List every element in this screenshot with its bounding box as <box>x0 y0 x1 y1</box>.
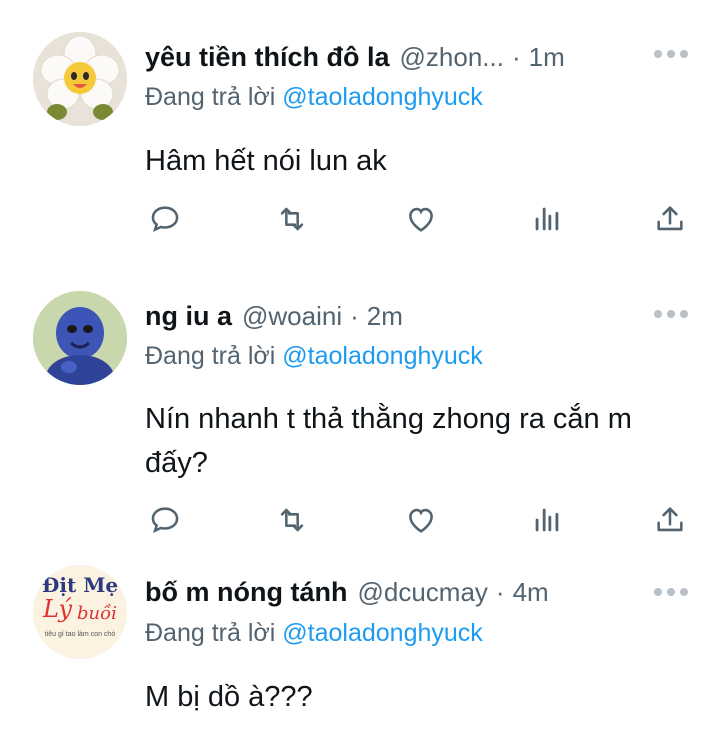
tweet-actions <box>145 500 690 540</box>
display-name[interactable]: ng iu a <box>145 301 232 332</box>
timestamp[interactable]: 2m <box>367 301 403 332</box>
reply-prefix: Đang trả lời <box>145 83 283 111</box>
display-name[interactable]: bố m nóng tánh <box>145 577 347 608</box>
tweet-text: M bị dồ à??? <box>145 681 313 713</box>
timestamp[interactable]: 1m <box>529 42 565 73</box>
reply-prefix: Đang trả lời <box>145 619 283 647</box>
avatar[interactable] <box>33 291 127 385</box>
tweet-text: Hâm hết nói lun ak <box>145 145 387 177</box>
tweet-header: bố m nóng tánh @dcucmay · 4m <box>145 572 690 612</box>
reply-icon[interactable] <box>145 199 185 239</box>
reply-icon[interactable] <box>145 500 185 540</box>
replying-to: Đang trả lời @taoladonghyuck <box>145 619 483 655</box>
share-icon[interactable] <box>650 199 690 239</box>
separator-dot: · <box>495 576 505 607</box>
flower-plush-avatar-icon <box>33 32 127 126</box>
views-icon[interactable] <box>527 199 567 239</box>
avatar-sticker-line3: buồi <box>77 603 117 624</box>
tweet-text: Nín nhanh t thả thằng zhong ra cắn m đấy… <box>145 403 632 479</box>
tweet-3[interactable]: Địt Mẹ Lý buồi tiêu gì tao làm con chó b… <box>0 560 720 740</box>
avatar-sticker-small: tiêu gì tao làm con chó <box>44 631 116 638</box>
reply-mention[interactable]: @taoladonghyuck <box>282 342 483 370</box>
more-options-icon[interactable] <box>654 588 688 596</box>
more-options-icon[interactable] <box>654 50 688 58</box>
views-icon[interactable] <box>527 500 567 540</box>
reply-mention[interactable]: @taoladonghyuck <box>282 619 483 647</box>
user-handle[interactable]: @zhon... <box>400 42 504 73</box>
tweet-1[interactable]: yêu tiền thích đô la @zhon... · 1m Đang … <box>0 0 720 260</box>
replying-to: Đang trả lời @taoladonghyuck <box>145 342 483 378</box>
display-name[interactable]: yêu tiền thích đô la <box>145 42 390 73</box>
like-icon[interactable] <box>401 500 441 540</box>
avatar-sticker-line1: Địt Mẹ <box>41 573 119 597</box>
separator-dot: · <box>350 300 359 331</box>
tweet-header: yêu tiền thích đô la @zhon... · 1m <box>145 37 690 77</box>
avatar-sticker-line2: Lý <box>43 595 73 623</box>
like-icon[interactable] <box>401 199 441 239</box>
timestamp[interactable]: 4m <box>513 577 549 608</box>
replying-to: Đang trả lời @taoladonghyuck <box>145 83 483 119</box>
share-icon[interactable] <box>650 500 690 540</box>
retweet-icon[interactable] <box>272 199 312 239</box>
retweet-icon[interactable] <box>272 500 312 540</box>
blue-figure-avatar-icon <box>33 291 127 385</box>
tweet-header: ng iu a @woaini · 2m <box>145 296 690 336</box>
tweet-actions <box>145 199 690 239</box>
reply-mention[interactable]: @taoladonghyuck <box>282 83 483 111</box>
user-handle[interactable]: @dcucmay <box>357 577 487 608</box>
user-handle[interactable]: @woaini <box>242 301 342 332</box>
separator-dot: · <box>511 41 521 72</box>
avatar[interactable]: Địt Mẹ Lý buồi tiêu gì tao làm con chó <box>33 565 127 659</box>
avatar[interactable] <box>33 32 127 126</box>
tweet-2[interactable]: ng iu a @woaini · 2m Đang trả lời @taola… <box>0 260 720 560</box>
more-options-icon[interactable] <box>654 310 688 318</box>
reply-prefix: Đang trả lời <box>145 342 283 370</box>
